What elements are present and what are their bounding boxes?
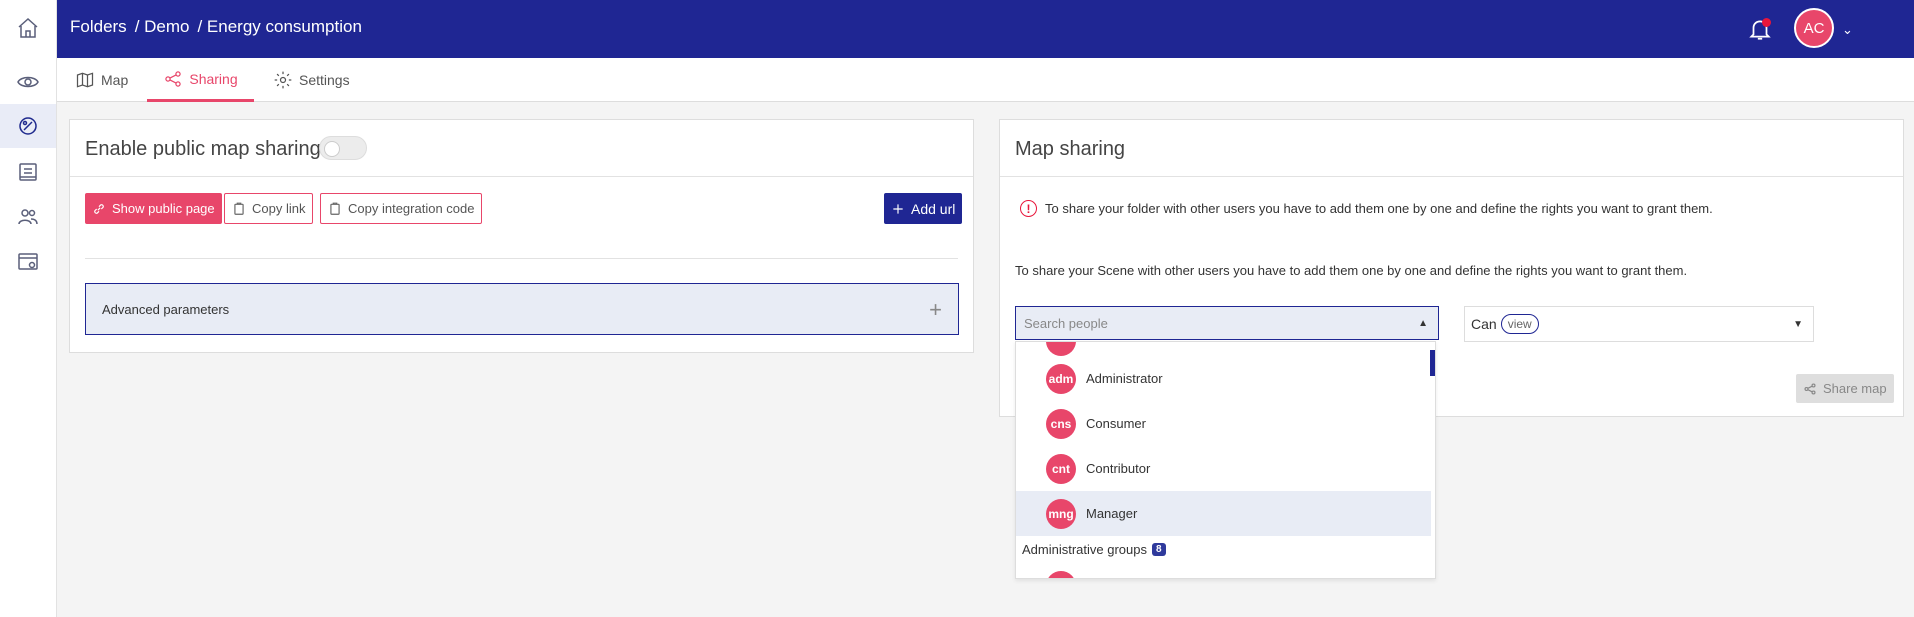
permission-select[interactable]: Can view ▼ [1464,306,1814,342]
notification-dot [1762,18,1771,27]
tab-map[interactable]: Map [75,58,128,102]
permission-value: view [1500,314,1539,334]
avatar: adm [1046,363,1076,394]
divider [1000,176,1903,177]
avatar: cns [1046,408,1076,439]
tab-sharing[interactable]: Sharing [147,58,254,102]
advanced-parameters-accordion[interactable]: Advanced parameters + [85,283,959,335]
scene-info-text: To share your Scene with other users you… [1015,263,1688,278]
breadcrumb-demo[interactable]: / Demo [135,17,190,37]
tab-map-label: Map [101,72,129,88]
plus-icon[interactable]: + [929,297,942,323]
group-label: Administrative groups [1022,542,1147,557]
option-label: Manager [1086,506,1138,521]
copy-integration-code-label: Copy integration code [348,201,475,216]
advanced-parameters-label: Advanced parameters [102,301,230,317]
folder-info: ! To share your folder with other users … [1020,200,1713,217]
show-public-page-button[interactable]: Show public page [85,193,222,224]
chevron-down-icon[interactable]: ⌄ [1842,22,1853,38]
share-icon [1804,382,1816,395]
alert-icon: ! [1020,200,1037,217]
user-avatar[interactable]: AC [1794,8,1834,48]
breadcrumb: Folders / Demo / Energy consumption [70,17,362,37]
breadcrumb-current: / Energy consumption [197,17,362,36]
clipboard-icon [234,202,244,215]
add-url-label: Add url [911,200,956,217]
gear-icon [274,71,292,89]
show-public-page-label: Show public page [112,201,215,216]
public-sharing-title: Enable public map sharing [85,138,321,160]
add-url-button[interactable]: Add url [884,193,963,224]
public-sharing-card: Enable public map sharing Show public pa… [69,119,974,353]
map-design-icon[interactable] [0,104,56,148]
tab-settings[interactable]: Settings [273,58,350,102]
list-item[interactable]: mng Manager [1016,491,1431,536]
tab-bar: Map Sharing Settings [57,58,1914,102]
share-map-label: Share map [1823,381,1887,396]
copy-integration-code-button[interactable]: Copy integration code [320,193,483,224]
avatar [1046,571,1076,578]
share-map-button[interactable]: Share map [1796,374,1894,403]
copy-link-label: Copy link [252,201,306,216]
map-icon [76,72,94,88]
scene-info: To share your Scene with other users you… [1015,263,1687,278]
admin-settings-icon[interactable] [0,240,56,284]
top-bar: Folders / Demo / Energy consumption [57,0,1914,58]
list-item[interactable]: adm Administrator [1016,356,1431,401]
search-people-input[interactable]: Search people ▲ [1015,306,1439,340]
avatar [1046,342,1076,356]
people-dropdown: adm Administrator cns Consumer cnt Contr… [1015,341,1436,579]
plus-icon [893,203,903,214]
option-label: Administrator [1086,371,1163,386]
permission-prefix: Can [1471,316,1497,332]
folder-info-text: To share your folder with other users yo… [1045,201,1713,216]
link-icon [94,203,104,214]
home-icon[interactable] [0,6,56,50]
list-item[interactable]: cnt Contributor [1016,446,1431,491]
tab-settings-label: Settings [299,72,350,88]
search-placeholder: Search people [1024,315,1108,331]
tab-sharing-label: Sharing [189,70,238,87]
breadcrumb-folders[interactable]: Folders [70,17,127,37]
users-icon[interactable] [0,195,56,239]
caret-down-icon[interactable]: ▼ [1793,319,1803,330]
avatar: cnt [1046,453,1076,484]
group-count-badge: 8 [1152,543,1166,556]
clipboard-icon [330,202,340,215]
divider [85,258,958,259]
eye-icon[interactable] [0,60,56,104]
share-icon [165,70,182,87]
list-item[interactable]: cns Consumer [1016,401,1431,446]
public-sharing-toggle[interactable] [319,136,367,160]
catalog-icon[interactable] [0,150,56,194]
copy-link-button[interactable]: Copy link [224,193,314,224]
left-nav-rail [0,0,57,617]
caret-up-icon[interactable]: ▲ [1418,318,1428,329]
map-sharing-title: Map sharing [1015,138,1126,160]
group-header: Administrative groups 8 [1022,542,1166,557]
option-label: Consumer [1086,416,1146,431]
option-label: Contributor [1086,461,1151,476]
divider [70,176,973,177]
avatar: mng [1046,498,1076,529]
